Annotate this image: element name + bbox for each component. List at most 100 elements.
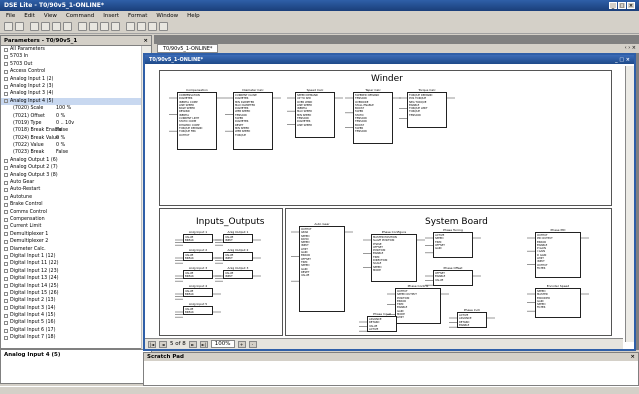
tree-folder-row[interactable]: Digital Input 11 (22) <box>1 260 142 267</box>
first-page-icon[interactable]: |◄ <box>148 340 156 348</box>
function-block[interactable]: Compensation COMPENSATION DIAMETER INERTIA … <box>177 88 217 150</box>
function-block[interactable]: Anlg Input 2 VALUE BREAK <box>183 248 213 261</box>
expand-icon[interactable] <box>4 335 8 340</box>
module-icon[interactable] <box>111 22 120 31</box>
tree-folder-row[interactable]: Analog Output 1 (6) <box>1 157 142 164</box>
expand-icon[interactable] <box>4 55 8 60</box>
tree-folder-row[interactable]: Auto-Restart <box>1 186 142 193</box>
tree-folder-row[interactable]: Digital Input 5 (16) <box>1 319 142 326</box>
expand-icon[interactable] <box>4 328 8 333</box>
tree-folder-row[interactable]: Analog Input 2 (3) <box>1 83 142 90</box>
expand-icon[interactable] <box>4 239 8 244</box>
expand-icon[interactable] <box>4 69 8 74</box>
tree-folder-row[interactable]: Digital Input 1 (12) <box>1 253 142 260</box>
tree-folder-row[interactable]: Brake Control <box>1 201 142 208</box>
tree-folder-row[interactable]: Comms Control <box>1 209 142 216</box>
expand-icon[interactable] <box>4 313 8 318</box>
search-icon[interactable] <box>41 22 50 31</box>
diagram-window-controls[interactable]: _ □ × <box>615 57 630 63</box>
expand-icon[interactable] <box>4 202 8 207</box>
function-block[interactable]: Auto Gear OUTPUT GEAR SPEED RATIO SPEED INPUT L… <box>299 222 345 312</box>
open-icon[interactable] <box>15 22 24 31</box>
expand-icon[interactable] <box>4 62 8 67</box>
expand-icon[interactable] <box>4 291 8 296</box>
tree-folder-row[interactable]: Digital Input 15 (26) <box>1 290 142 297</box>
expand-icon[interactable] <box>4 210 8 215</box>
expand-icon[interactable] <box>4 225 8 230</box>
tree-folder-row[interactable]: Digital Input 7 (18) <box>1 334 142 341</box>
menu-window[interactable]: Window <box>156 13 178 19</box>
zoom-select[interactable]: 100% <box>210 340 235 348</box>
function-block[interactable]: Encoder Speed SPEED MASTER ENCODER GAIN SPEED… <box>535 284 581 318</box>
expand-icon[interactable] <box>4 284 8 289</box>
minimize-icon[interactable]: _ <box>609 2 617 9</box>
expand-icon[interactable] <box>4 298 8 303</box>
online-icon[interactable] <box>126 22 135 31</box>
tree-folder-row[interactable]: Diameter Calc. <box>1 246 142 253</box>
tree-folder-row[interactable]: Analog Output 2 (7) <box>1 164 142 171</box>
expand-icon[interactable] <box>4 247 8 252</box>
tree-folder-row[interactable]: All Parameters <box>1 46 142 53</box>
zoom-icon[interactable] <box>52 22 61 31</box>
function-block[interactable]: Torque Calc TORQUE DEMAND POS TORQUE NEG TO… <box>407 88 447 128</box>
function-block[interactable]: Phase Configure MASTER POSITION SLAVE POSI… <box>371 230 417 282</box>
expand-icon[interactable] <box>4 84 8 89</box>
link-icon[interactable] <box>89 22 98 31</box>
tree-folder-row[interactable]: 5703 Out <box>1 61 142 68</box>
tree-folder-row[interactable]: Digital Input 2 (13) <box>1 297 142 304</box>
download-icon[interactable] <box>159 22 168 31</box>
expand-icon[interactable] <box>4 195 8 200</box>
tree-folder-row[interactable]: Current Limit <box>1 223 142 230</box>
expand-icon[interactable] <box>4 99 8 104</box>
menu-edit[interactable]: Edit <box>24 13 35 19</box>
scratch-close-icon[interactable]: × <box>630 354 635 360</box>
expand-icon[interactable] <box>4 188 8 193</box>
function-block[interactable]: Phase Inch ACTIVE ADVANCE RETARD ENABLE <box>457 308 487 328</box>
function-block[interactable]: Phase Input ADVANCE RETARD VALUE ACTIVE <box>367 312 397 332</box>
expand-icon[interactable] <box>4 158 8 163</box>
tree-param-row[interactable]: (7023) Break False <box>1 149 142 156</box>
page-icon[interactable] <box>100 22 109 31</box>
expand-icon[interactable] <box>4 165 8 170</box>
tree-param-row[interactable]: (7022) Value 0 % <box>1 142 142 149</box>
function-block[interactable]: Anlg Input 1 VALUE BREAK <box>183 230 213 243</box>
expand-icon[interactable] <box>4 269 8 274</box>
expand-icon[interactable] <box>4 217 8 222</box>
menu-view[interactable]: View <box>44 13 57 19</box>
expand-icon[interactable] <box>4 47 8 52</box>
expand-icon[interactable] <box>4 77 8 82</box>
tree-folder-row[interactable]: Analog Input 3 (4) <box>1 90 142 97</box>
zoom-in-icon[interactable]: + <box>237 340 246 348</box>
function-block[interactable]: Speed Calc SPEED DEMAND UP TO SPD OVER WIND… <box>295 88 335 138</box>
expand-icon[interactable] <box>4 173 8 178</box>
function-block[interactable]: Anlg Output 1 VALUE INPUT <box>223 230 253 243</box>
function-block[interactable]: Diameter Calc CURRENT CLOSE DIAMETER MIN DI… <box>233 88 273 150</box>
tree-folder-row[interactable]: Digital Input 12 (23) <box>1 268 142 275</box>
expand-icon[interactable] <box>4 276 8 281</box>
function-block[interactable]: Anlg Input 5 VALUE BREAK <box>183 302 213 315</box>
tree-param-row[interactable]: (7020) Scale 100 % <box>1 105 142 112</box>
expand-icon[interactable] <box>4 232 8 237</box>
function-block[interactable]: Phase Control OUTPUT SPEED OUTPUT POSITION E… <box>395 284 441 324</box>
tree-folder-row[interactable]: 5703 In <box>1 53 142 60</box>
function-block[interactable]: Anlg Output 3 VALUE INPUT <box>223 266 253 279</box>
tree-folder-row[interactable]: Auto Gear <box>1 179 142 186</box>
next-page-icon[interactable]: ► <box>188 340 197 348</box>
expand-icon[interactable] <box>4 321 8 326</box>
tree-folder-row[interactable]: Digital Input 6 (17) <box>1 327 142 334</box>
expand-icon[interactable] <box>4 262 8 267</box>
function-block[interactable]: Anlg Input 3 VALUE BREAK <box>183 266 213 279</box>
panel-close-icon[interactable]: × <box>143 38 148 44</box>
parameter-tree[interactable]: All Parameters 5703 In 5703 Out Access Cont… <box>1 46 142 350</box>
function-block[interactable]: Anlg Output 2 VALUE INPUT <box>223 248 253 261</box>
expand-icon[interactable] <box>4 254 8 259</box>
new-icon[interactable] <box>4 22 13 31</box>
diagram-canvas[interactable]: Winder Inputs_Outputs System Board Compe… <box>147 66 622 338</box>
tree-param-row[interactable]: (7021) Offset 0 % <box>1 113 142 120</box>
expand-icon[interactable] <box>4 92 8 97</box>
block-icon[interactable] <box>78 22 87 31</box>
menu-file[interactable]: File <box>6 13 15 19</box>
tree-folder-row[interactable]: Digital Input 14 (25) <box>1 283 142 290</box>
function-block[interactable]: Anlg Input 4 VALUE BREAK <box>183 284 213 297</box>
tree-folder-row[interactable]: Autotune <box>1 194 142 201</box>
